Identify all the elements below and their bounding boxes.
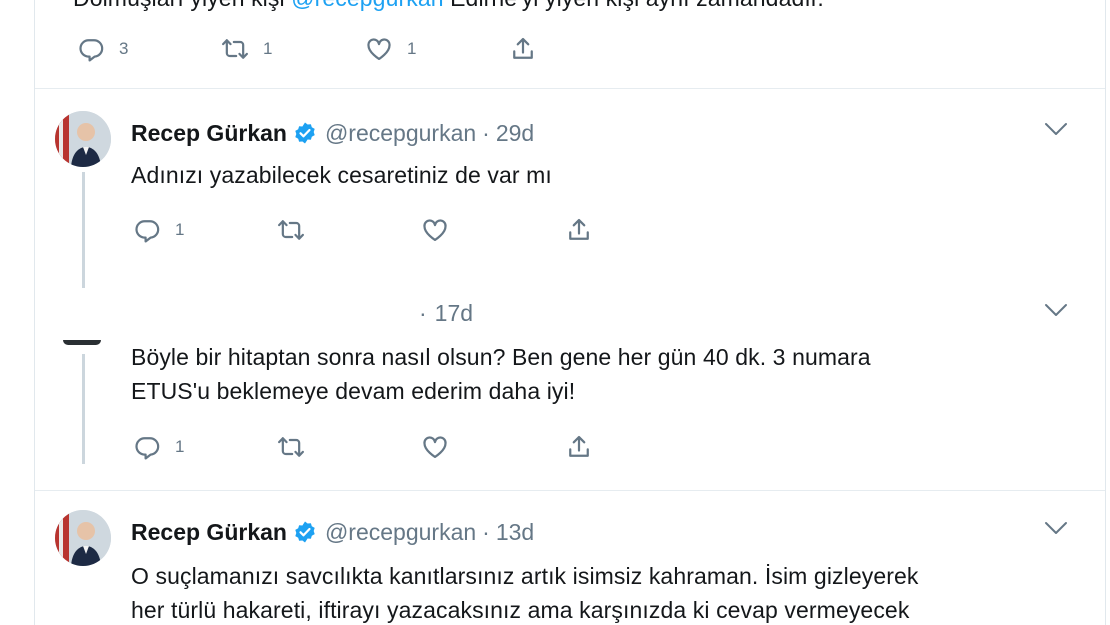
reply-count: 1	[175, 220, 185, 239]
retweet-button[interactable]: 1	[221, 35, 365, 63]
divider	[35, 88, 1105, 89]
reply-button[interactable]: 3	[77, 35, 221, 63]
author-handle[interactable]: @recepgurkan	[325, 120, 476, 147]
tweet-timestamp[interactable]: 17d	[435, 300, 473, 327]
share-icon	[509, 35, 537, 63]
share-button[interactable]	[565, 216, 709, 244]
thread-line	[82, 354, 85, 464]
author-name[interactable]: Recep Gürkan	[131, 120, 287, 147]
top-tweet-text: Dolmuşları yiyen kişi @recepgurkan Edirn…	[73, 0, 824, 15]
reply-button[interactable]: 1	[133, 216, 277, 244]
separator-dot: ·	[482, 519, 490, 545]
like-icon	[421, 216, 449, 244]
tweet-text-line: Adınızı yazabilecek cesaretiniz de var m…	[131, 162, 552, 188]
reply-icon	[133, 216, 161, 244]
like-icon	[421, 433, 449, 461]
top-tweet-text-after: Edirne'yi yiyen kişi aynı zamandadır.	[444, 0, 824, 11]
reply-count: 3	[119, 39, 129, 58]
retweet-button[interactable]	[277, 216, 421, 244]
tweet-actions: 1	[133, 214, 709, 246]
author-name[interactable]: Recep Gürkan	[131, 519, 287, 546]
share-button[interactable]	[565, 433, 709, 461]
tweet-header: Recep Gürkan @recepgurkan · 29d	[131, 117, 534, 147]
tweet-text-line: ETUS'u beklemeye devam ederim daha iyi!	[131, 378, 576, 404]
like-button[interactable]	[421, 433, 565, 461]
tweet-text-line: Böyle bir hitaptan sonra nasıl olsun? Be…	[131, 344, 871, 370]
verified-badge-icon	[293, 121, 317, 145]
separator-dot: ·	[482, 120, 490, 146]
chevron-down-icon[interactable]	[1043, 520, 1069, 536]
divider	[35, 490, 1105, 491]
verified-badge-icon	[293, 520, 317, 544]
tweet-actions: 1	[133, 431, 709, 463]
tweet-text: Adınızı yazabilecek cesaretiniz de var m…	[131, 158, 552, 192]
reply-icon	[77, 35, 105, 63]
profile-photo	[55, 510, 111, 566]
avatar[interactable]	[55, 111, 111, 167]
separator-dot: ·	[419, 300, 427, 326]
retweet-icon	[277, 216, 305, 244]
share-button[interactable]	[509, 35, 653, 63]
tweet-text-line: her türlü hakareti, iftirayı yazacaksını…	[131, 597, 910, 623]
timeline: Dolmuşları yiyen kişi @recepgurkan Edirn…	[34, 0, 1106, 625]
tweet-header: Recep Gürkan @recepgurkan · 13d	[131, 516, 534, 546]
thread-line	[82, 172, 85, 288]
tweet-text: O suçlamanızı savcılıkta kanıtlarsınız a…	[131, 559, 918, 625]
tweet-timestamp[interactable]: 29d	[496, 120, 534, 147]
avatar[interactable]	[55, 510, 111, 566]
profile-photo	[55, 111, 111, 167]
retweet-icon	[277, 433, 305, 461]
tweet-header: · 17d	[419, 300, 473, 327]
chevron-down-icon[interactable]	[1043, 302, 1069, 318]
reply-icon	[133, 433, 161, 461]
share-icon	[565, 216, 593, 244]
like-button[interactable]	[421, 216, 565, 244]
reply-button[interactable]: 1	[133, 433, 277, 461]
top-tweet-actions: 3 1 1	[77, 33, 653, 65]
top-tweet-text-before: Dolmuşları yiyen kişi	[73, 0, 291, 11]
tweet-text-line: O suçlamanızı savcılıkta kanıtlarsınız a…	[131, 563, 919, 589]
mention-link[interactable]: @recepgurkan	[291, 0, 443, 11]
reply-count: 1	[175, 437, 185, 456]
retweet-count: 1	[263, 39, 273, 58]
chevron-down-icon[interactable]	[1043, 121, 1069, 137]
retweet-icon	[221, 35, 249, 63]
share-icon	[565, 433, 593, 461]
like-count: 1	[407, 39, 417, 58]
like-button[interactable]: 1	[365, 35, 509, 63]
hidden-avatar[interactable]	[63, 340, 101, 345]
like-icon	[365, 35, 393, 63]
author-handle[interactable]: @recepgurkan	[325, 519, 476, 546]
tweet-timestamp[interactable]: 13d	[496, 519, 534, 546]
tweet-text: Böyle bir hitaptan sonra nasıl olsun? Be…	[131, 340, 871, 408]
retweet-button[interactable]	[277, 433, 421, 461]
